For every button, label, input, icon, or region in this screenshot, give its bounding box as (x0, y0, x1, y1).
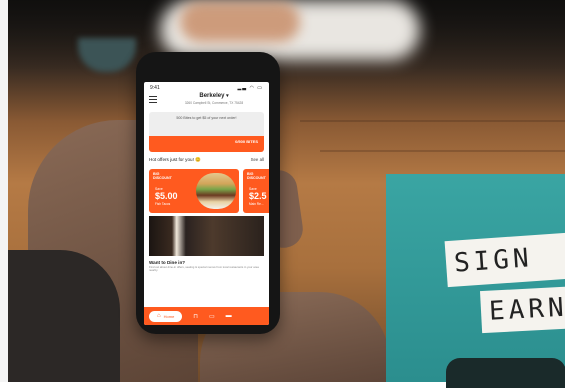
offer-heading: BIG DISCOUNT (153, 172, 172, 180)
sandwich-image (196, 173, 236, 209)
bites-progress-label: 0/500 BITES (235, 139, 258, 144)
tab-home-label: Home (163, 313, 175, 319)
card-icon[interactable]: ▬ (226, 313, 232, 319)
earn-label-tape: EARN (479, 284, 565, 334)
restaurant-image[interactable] (149, 216, 264, 256)
offer-card[interactable]: BIG DISCOUNT Save $5.00 Fish Tacos (149, 169, 239, 213)
sleeve (0, 250, 120, 382)
dine-in-description: Find out about dine-in offers, seating &… (149, 265, 259, 273)
bottom-tab-bar: ⌂ Home ⊓ ▭ ▬ (144, 307, 269, 325)
phone-silhouette (446, 358, 565, 388)
chevron-down-icon: ▾ (226, 93, 229, 99)
sign-up-earn-card: SIGN EARN (386, 174, 565, 388)
table-grain (320, 150, 565, 152)
shopping-bag-icon[interactable]: ⊓ (193, 313, 198, 320)
home-icon: ⌂ (157, 313, 161, 319)
offer-price: $2.5 (249, 191, 267, 201)
offer-heading: BIG DISCOUNT (247, 172, 266, 180)
location-name: Berkeley (199, 93, 225, 99)
see-all-link[interactable]: See all (251, 157, 264, 162)
sign-text: SIGN (453, 243, 534, 279)
earn-text: EARN (488, 292, 565, 327)
location-address: 3260 Campbell St, Commerce, TX 75428 (184, 101, 244, 105)
offer-card[interactable]: BIG DISCOUNT Save $2.5 Main Re... (243, 169, 269, 213)
location-selector[interactable]: Berkeley ▾ (164, 93, 264, 99)
section-title: Hot offers just for you! 😊 (149, 157, 201, 162)
offer-item-name: Fish Tacos (155, 202, 171, 206)
offer-price: $5.00 (155, 191, 178, 201)
left-margin (0, 0, 8, 382)
app-header: Berkeley ▾ 3260 Campbell St, Commerce, T… (144, 92, 269, 112)
tab-home[interactable]: ⌂ Home (149, 310, 183, 322)
bites-message: 500 Bites to get $5 of your next order! (176, 116, 237, 120)
table-grain (300, 120, 565, 122)
receipt-icon[interactable]: ▭ (209, 313, 215, 320)
background-person-arm (180, 2, 300, 42)
offer-item-name: Main Re... (249, 202, 264, 206)
bites-rewards-card[interactable]: 500 Bites to get $5 of your next order! … (149, 112, 264, 152)
sign-label-tape: SIGN (444, 230, 565, 288)
app-screen: 9:41 ▂▃ ◠ ▭ Berkeley ▾ 3260 Campbell St,… (144, 82, 269, 325)
smartphone: 9:41 ▂▃ ◠ ▭ Berkeley ▾ 3260 Campbell St,… (136, 52, 280, 334)
hamburger-menu-icon[interactable] (149, 96, 157, 103)
